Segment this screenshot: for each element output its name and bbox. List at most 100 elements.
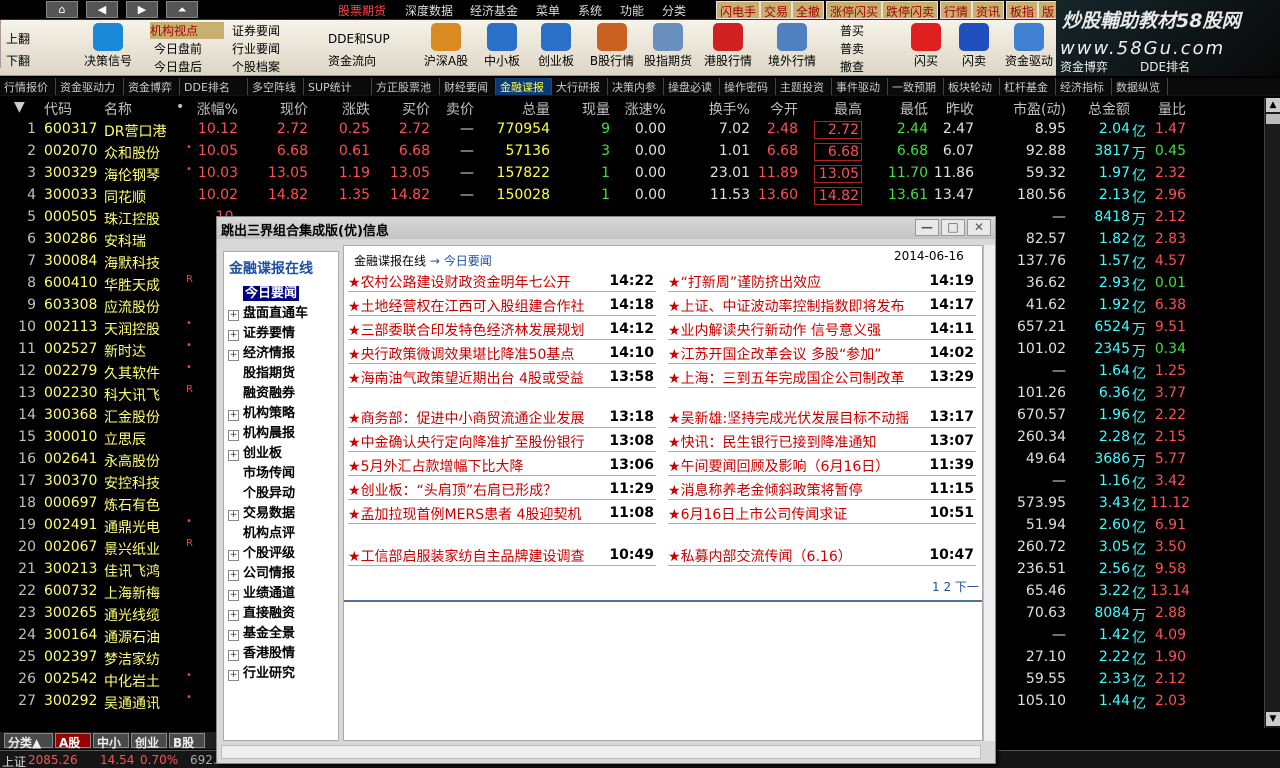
news-item[interactable]: ★5月外汇占款增幅下比大降 13:06 [348, 456, 656, 476]
stock-name[interactable]: 景兴纸业 [104, 539, 160, 559]
expand-plus-icon[interactable]: + [228, 630, 239, 641]
sme-board-button[interactable]: 中小板 [474, 21, 530, 75]
news-item[interactable]: ★私募内部交流传闻（6.16） 10:47 [668, 546, 976, 566]
stock-name[interactable]: 立思辰 [104, 429, 146, 449]
category-tab-3[interactable]: 创业 [131, 733, 167, 750]
scroll-up-icon[interactable]: ▲ [1266, 98, 1280, 112]
tab-7[interactable]: 财经要闻 [440, 78, 496, 95]
fund-drive-button[interactable]: 资金驱动 [1002, 21, 1056, 75]
stock-name[interactable]: 通鼎光电 [104, 517, 160, 537]
news-item[interactable]: ★海南油气政策望近期出台 4股或受益 13:58 [348, 368, 656, 388]
menu-item-1[interactable]: 深度数据 [405, 2, 453, 19]
stock-name[interactable]: 安科瑞 [104, 231, 146, 251]
page-up-button[interactable]: 上翻 [6, 30, 30, 47]
tree-item[interactable]: 机构点评 [228, 522, 295, 541]
news-title[interactable]: 5月外汇占款增幅下比大降 [361, 459, 524, 475]
stock-name[interactable]: 炼石有色 [104, 495, 160, 515]
column-header-4[interactable]: 现价 [244, 99, 308, 119]
news-item[interactable]: ★“打新周”谨防挤出效应 14:19 [668, 272, 976, 292]
news-item[interactable]: ★孟加拉现首例MERS患者 4股迎契机 11:08 [348, 504, 656, 524]
back-arrow-icon[interactable]: ◀ [86, 1, 118, 18]
tree-item[interactable]: 个股异动 [228, 482, 295, 501]
expand-plus-icon[interactable]: + [228, 670, 239, 681]
tab-19[interactable]: 数据纵览 [1112, 78, 1168, 95]
tab-6[interactable]: 方正股票池 [372, 78, 440, 95]
stock-code[interactable]: 600317 [44, 121, 97, 137]
column-header-2[interactable]: • [176, 99, 184, 115]
hk-stocks-button[interactable]: 港股行情 [700, 21, 756, 75]
quick-button-5[interactable]: 行情 [940, 1, 973, 19]
stock-code[interactable]: 002527 [44, 341, 97, 357]
index-futures-button[interactable]: 股指期货 [640, 21, 696, 75]
tree-item[interactable]: + 个股评级 [228, 542, 295, 561]
tab-5[interactable]: SUP统计 [304, 78, 372, 95]
stock-code[interactable]: 300368 [44, 407, 97, 423]
stock-code[interactable]: 300010 [44, 429, 97, 445]
tree-item[interactable]: + 交易数据 [228, 502, 295, 521]
b-shares-button[interactable]: B股行情 [584, 21, 640, 75]
table-row[interactable]: 3 300329 海伦钢琴 • 10.03 13.05 1.19 13.05 — 157822 1 0… [0, 162, 1264, 184]
stock-name[interactable]: 天润控股 [104, 319, 160, 339]
close-icon[interactable]: ✕ [967, 219, 991, 236]
dde-rank-button[interactable]: DDE排名 [1140, 58, 1190, 75]
category-tab-4[interactable]: B股 [169, 733, 205, 750]
stock-code[interactable]: 002491 [44, 517, 97, 533]
column-header-13[interactable]: 最高 [814, 99, 862, 119]
stock-code[interactable]: 603308 [44, 297, 97, 313]
expand-plus-icon[interactable]: + [228, 310, 239, 321]
category-tab-0[interactable]: 分类▲ [4, 733, 53, 750]
overseas-button[interactable]: 境外行情 [764, 21, 820, 75]
news-item[interactable]: ★创业板：“头肩顶”右肩已形成？ 11:29 [348, 480, 656, 500]
stock-name[interactable]: 安控科技 [104, 473, 160, 493]
tab-15[interactable]: 一致预期 [888, 78, 944, 95]
tree-item[interactable]: + 经济情报 [228, 342, 295, 361]
a-shares-button[interactable]: 沪深A股 [418, 21, 474, 75]
stock-code[interactable]: 002113 [44, 319, 97, 335]
quick-button-1[interactable]: 交易 [760, 1, 793, 19]
news-item[interactable]: ★快讯：民生银行已接到降准通知 13:07 [668, 432, 976, 452]
tree-item[interactable]: + 业绩通道 [228, 582, 295, 601]
stock-name[interactable]: 汇金股份 [104, 407, 160, 427]
tab-8[interactable]: 金融谍报 [496, 78, 552, 95]
news-title[interactable]: 农村公路建设财政资金明年七公开 [361, 275, 571, 291]
cancel-query-button[interactable]: 撤查 [840, 58, 864, 75]
news-item[interactable]: ★6月16日上市公司传闻求证 10:51 [668, 504, 976, 524]
tab-1[interactable]: 资金驱动力 [56, 78, 124, 95]
quick-button-2[interactable]: 全撤 [792, 1, 825, 19]
tab-14[interactable]: 事件驱动 [832, 78, 888, 95]
normal-buy-button[interactable]: 普买 [840, 22, 864, 39]
news-item[interactable]: ★江苏开国企改革会议 多股“参加” 14:02 [668, 344, 976, 364]
news-item[interactable]: ★午间要闻回顾及影响（6月16日） 11:39 [668, 456, 976, 476]
news-title[interactable]: 快讯：民生银行已接到降准通知 [681, 435, 877, 451]
tab-3[interactable]: DDE排名 [180, 78, 248, 95]
minimize-icon[interactable]: — [915, 219, 939, 236]
news-item[interactable]: ★工信部启服装家纺自主品牌建设调查 10:49 [348, 546, 656, 566]
expand-plus-icon[interactable]: + [228, 350, 239, 361]
news-title[interactable]: 工信部启服装家纺自主品牌建设调查 [361, 549, 585, 565]
stock-name[interactable]: 上海新梅 [104, 583, 160, 603]
expand-plus-icon[interactable]: + [228, 510, 239, 521]
news-title[interactable]: 商务部：促进中小商贸流通企业发展 [361, 411, 585, 427]
sort-triangle-icon[interactable]: ▼ [14, 99, 25, 115]
today-postclose-button[interactable]: 今日盘后 [154, 58, 202, 75]
stock-code[interactable]: 300164 [44, 627, 97, 643]
stock-code[interactable]: 002230 [44, 385, 97, 401]
stock-name[interactable]: 佳讯飞鸿 [104, 561, 160, 581]
column-header-15[interactable]: 昨收 [930, 99, 974, 119]
stock-name[interactable]: 海默科技 [104, 253, 160, 273]
news-title[interactable]: 私募内部交流传闻（6.16） [681, 549, 852, 565]
table-row[interactable]: 1 600317 DR营口港 10.12 2.72 0.25 2.72 — 770954 9 0.0… [0, 118, 1264, 140]
column-header-16[interactable]: 市盈(动) [1000, 99, 1066, 119]
maximize-icon[interactable]: □ [941, 219, 965, 236]
quick-button-0[interactable]: 闪电手 [716, 1, 761, 19]
expand-plus-icon[interactable]: + [228, 450, 239, 461]
stock-name[interactable]: 通源石油 [104, 627, 160, 647]
menu-item-5[interactable]: 功能 [620, 2, 644, 19]
stock-name[interactable]: 吴通通讯 [104, 693, 160, 713]
tree-item[interactable]: + 创业板 [228, 442, 282, 461]
column-header-8[interactable]: 总量 [486, 99, 550, 119]
news-title[interactable]: 6月16日上市公司传闻求证 [681, 507, 848, 523]
stock-code[interactable]: 002397 [44, 649, 97, 665]
column-header-9[interactable]: 现量 [582, 99, 610, 119]
stock-code[interactable]: 002641 [44, 451, 97, 467]
